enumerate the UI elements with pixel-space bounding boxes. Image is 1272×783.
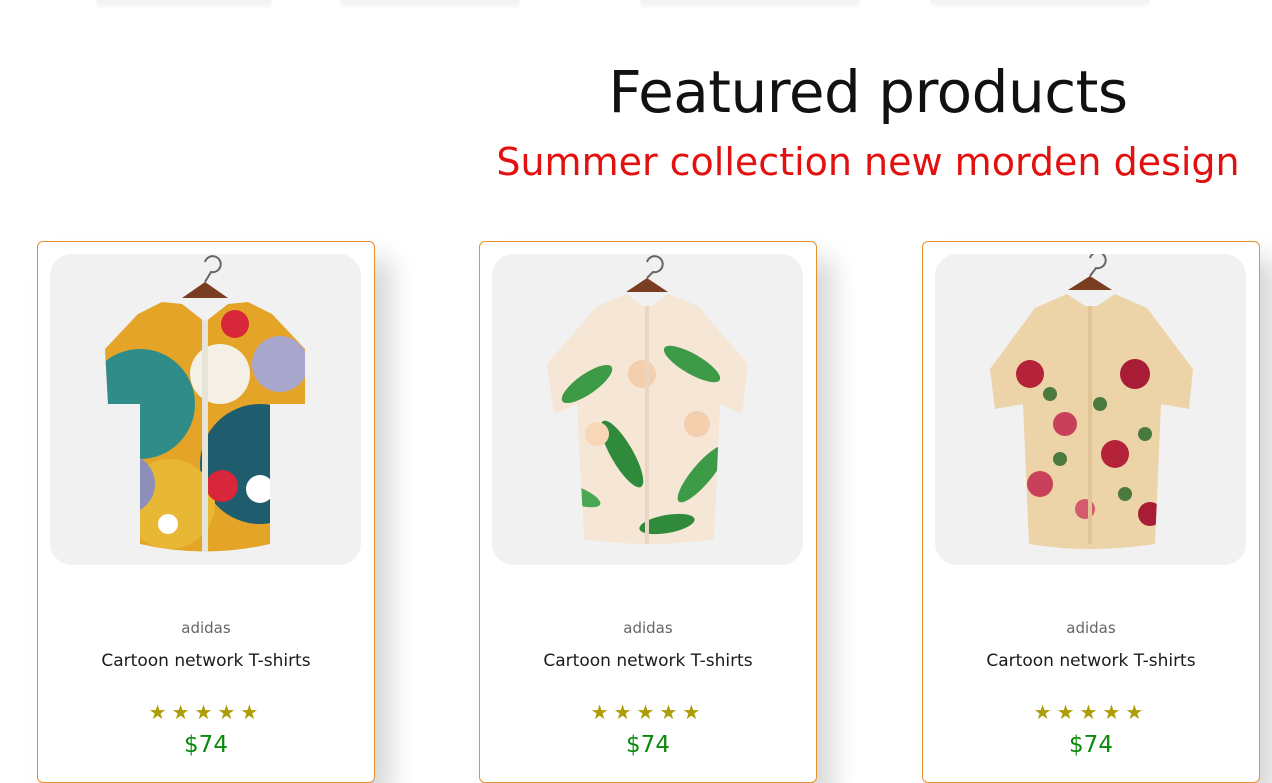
product-brand: adidas xyxy=(181,619,231,637)
rose-print-shirt-icon xyxy=(990,254,1193,549)
product-brand: adidas xyxy=(623,619,673,637)
product-image[interactable] xyxy=(935,254,1246,565)
section-title: Featured products xyxy=(608,58,1128,126)
product-image[interactable] xyxy=(492,254,803,565)
section-subtitle: Summer collection new morden design xyxy=(496,140,1240,184)
star-rating-icon: ★★★★★ xyxy=(590,700,706,724)
product-name[interactable]: Cartoon network T-shirts xyxy=(480,651,816,671)
product-name[interactable]: Cartoon network T-shirts xyxy=(923,651,1259,671)
abstract-print-shirt-icon xyxy=(105,255,305,552)
star-rating-icon: ★★★★★ xyxy=(148,700,264,724)
product-image[interactable] xyxy=(50,254,361,565)
product-card[interactable]: adidas Cartoon network T-shirts ★★★★★ $7… xyxy=(37,241,375,783)
product-card[interactable]: adidas Cartoon network T-shirts ★★★★★ $7… xyxy=(479,241,817,783)
product-price: $74 xyxy=(626,732,670,758)
product-brand: adidas xyxy=(1066,619,1116,637)
product-card[interactable]: adidas Cartoon network T-shirts ★★★★★ $7… xyxy=(922,241,1260,783)
product-price: $74 xyxy=(1069,732,1113,758)
previous-section-edge xyxy=(0,0,1272,8)
lily-print-shirt-icon xyxy=(547,255,748,544)
star-rating-icon: ★★★★★ xyxy=(1033,700,1149,724)
product-price: $74 xyxy=(184,732,228,758)
product-name[interactable]: Cartoon network T-shirts xyxy=(38,651,374,671)
